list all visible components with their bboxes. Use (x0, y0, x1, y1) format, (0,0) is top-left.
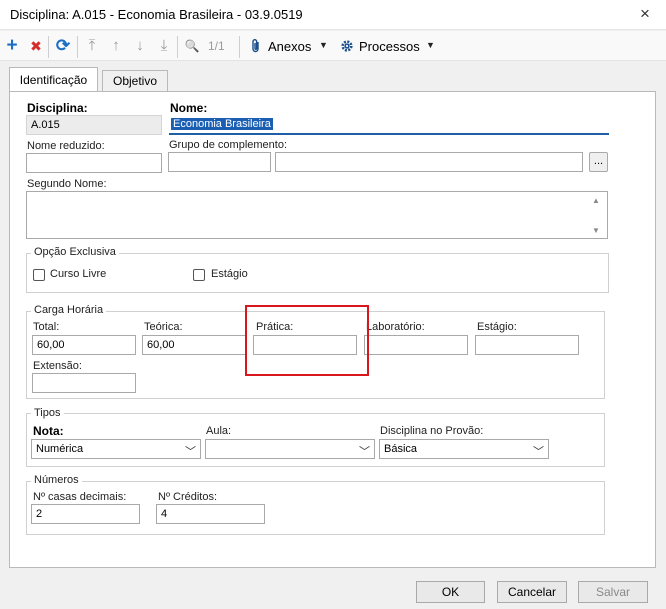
opcao-exclusiva-group (26, 253, 609, 293)
curso-livre-checkbox[interactable] (33, 269, 45, 281)
nome-field[interactable]: Economia Brasileira (169, 115, 609, 135)
cancel-button[interactable]: Cancelar (497, 581, 567, 603)
total-field[interactable]: 60,00 (32, 335, 136, 355)
chevron-down-icon: ﹀ (185, 446, 196, 458)
toolbar-separator (77, 36, 78, 58)
provao-label: Disciplina no Provão: (380, 425, 484, 437)
curso-livre-label: Curso Livre (50, 268, 107, 280)
chevron-down-icon: ﹀ (359, 446, 370, 458)
grupo-desc-field[interactable] (275, 152, 583, 172)
extensao-field[interactable] (32, 373, 136, 393)
processes-button[interactable]: Processos (359, 39, 420, 54)
nome-selected-text: Economia Brasileira (171, 118, 273, 130)
grupo-code-field[interactable] (168, 152, 271, 172)
browse-button[interactable]: ... (589, 152, 608, 172)
creditos-field[interactable]: 4 (156, 504, 265, 524)
scroll-down-icon[interactable]: ▼ (592, 226, 600, 235)
estagio-label: Estágio: (477, 321, 517, 333)
creditos-label: Nº Créditos: (158, 491, 218, 503)
chevron-down-icon: ﹀ (533, 446, 544, 458)
next-record-icon[interactable]: ↓ (131, 37, 149, 55)
aula-label: Aula: (206, 425, 232, 437)
opcao-exclusiva-title: Opção Exclusiva (31, 246, 119, 258)
tab-identificacao[interactable]: Identificação (9, 67, 98, 92)
first-record-icon[interactable]: ⤒ (83, 37, 101, 55)
estagio-checkbox[interactable] (193, 269, 205, 281)
record-count: 1/1 (208, 39, 225, 53)
nota-label: Nota: (33, 424, 64, 438)
chevron-down-icon[interactable]: ▼ (426, 40, 435, 50)
nome-label: Nome: (170, 101, 208, 115)
provao-value: Básica (384, 443, 418, 455)
numeros-title: Números (31, 474, 82, 486)
laboratorio-field[interactable] (364, 335, 468, 355)
scroll-up-icon[interactable]: ▲ (592, 196, 600, 205)
tipos-title: Tipos (31, 407, 64, 419)
casas-decimais-label: Nº casas decimais: (33, 491, 127, 503)
paperclip-icon (252, 39, 259, 53)
nota-select[interactable]: Numérica ﹀ (31, 439, 201, 459)
laboratorio-label: Laboratório: (366, 321, 425, 333)
carga-horaria-title: Carga Horária (31, 304, 107, 316)
aula-select[interactable]: ﹀ (205, 439, 375, 459)
grupo-complemento-label: Grupo de complemento: (169, 139, 288, 151)
disciplina-field: A.015 (26, 115, 162, 135)
disciplina-label: Disciplina: (27, 101, 88, 115)
refresh-icon[interactable]: ⟳ (54, 37, 72, 55)
teorica-field[interactable]: 60,00 (142, 335, 246, 355)
segundo-nome-field[interactable] (26, 191, 608, 239)
nome-reduzido-field[interactable] (26, 153, 162, 173)
toolbar-separator (239, 36, 240, 58)
ok-button[interactable]: OK (416, 581, 485, 603)
attachments-button[interactable]: Anexos (268, 39, 311, 54)
nota-value: Numérica (36, 443, 84, 455)
close-icon[interactable]: × (633, 3, 657, 25)
highlight-box (245, 305, 369, 376)
window-title: Disciplina: A.015 - Economia Brasileira … (10, 7, 303, 22)
chevron-down-icon[interactable]: ▼ (319, 40, 328, 50)
estagio-checkbox-label: Estágio (211, 268, 248, 280)
add-icon[interactable]: + (3, 36, 21, 55)
previous-record-icon[interactable]: ↑ (107, 37, 125, 55)
delete-icon[interactable]: ✖ (27, 37, 45, 55)
teorica-label: Teórica: (144, 321, 183, 333)
estagio-field[interactable] (475, 335, 579, 355)
save-button[interactable]: Salvar (578, 581, 648, 603)
nome-reduzido-label: Nome reduzido: (27, 140, 105, 152)
toolbar-separator (48, 36, 49, 58)
total-label: Total: (33, 321, 60, 333)
gear-icon (341, 40, 353, 52)
provao-select[interactable]: Básica ﹀ (379, 439, 549, 459)
casas-decimais-field[interactable]: 2 (31, 504, 140, 524)
extensao-label: Extensão: (33, 360, 82, 372)
tab-objetivo[interactable]: Objetivo (102, 70, 168, 91)
last-record-icon[interactable]: ⤓ (155, 37, 173, 55)
toolbar-separator (177, 36, 178, 58)
segundo-nome-label: Segundo Nome: (27, 178, 107, 190)
search-icon[interactable]: 🔍 (183, 37, 201, 55)
